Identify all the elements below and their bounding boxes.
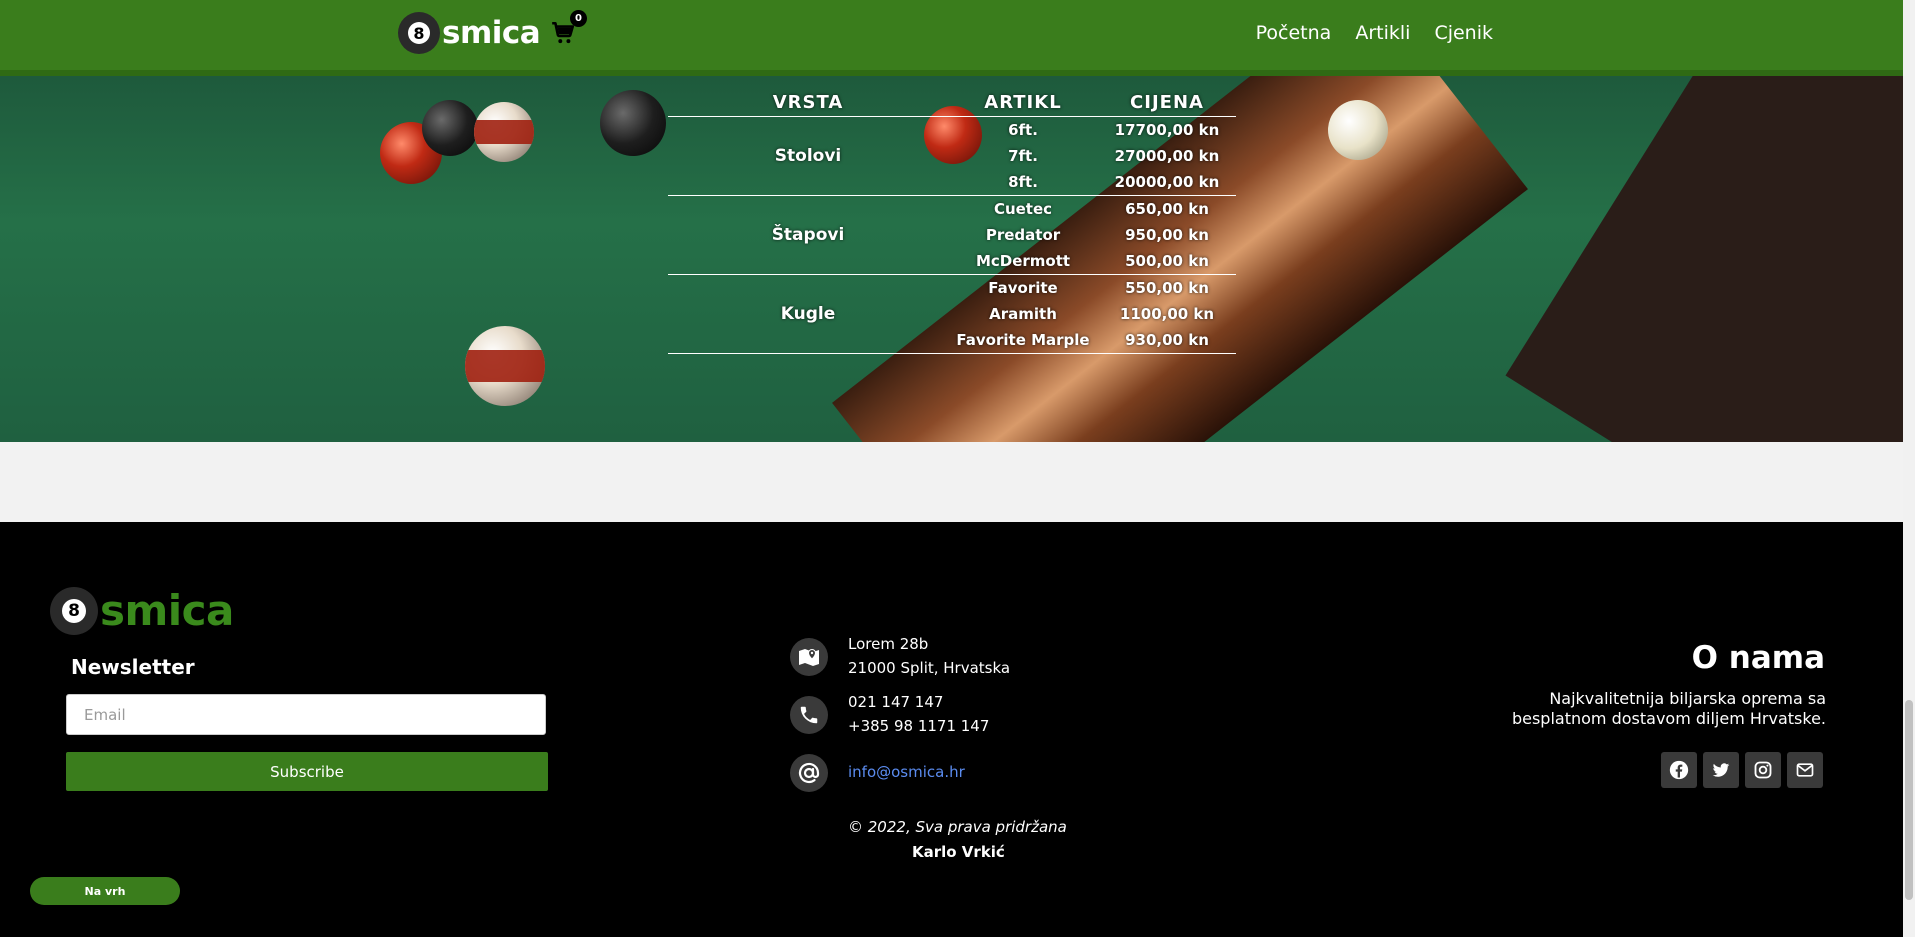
category-cell: Kugle xyxy=(668,274,948,354)
price-cell: 500,00 kn xyxy=(1098,248,1236,275)
table-row: Štapovi Cuetec 650,00 kn xyxy=(668,195,1236,275)
navbar: 8 smica 0 Početna Artikli Cjenik xyxy=(0,0,1903,76)
footer-brand-logo[interactable]: 8 smica xyxy=(50,586,234,635)
price-cell: 1100,00 kn xyxy=(1119,305,1215,323)
facebook-icon[interactable] xyxy=(1661,752,1697,788)
cue-ball xyxy=(1328,100,1388,160)
copyright: © 2022, Sva prava pridržana xyxy=(848,818,1067,836)
item-cell: Aramith xyxy=(989,305,1057,323)
nav-item-pocetna[interactable]: Početna xyxy=(1256,22,1332,44)
price-cell: 930,00 kn xyxy=(1098,327,1236,354)
nav-item-artikli[interactable]: Artikli xyxy=(1355,22,1410,44)
address: Lorem 28b 21000 Split, Hrvatska xyxy=(848,632,1010,680)
price-cell: 17700,00 kn xyxy=(1114,121,1220,139)
black-ball xyxy=(600,90,666,156)
item-cell: Favorite xyxy=(988,279,1058,297)
price-cell: 550,00 kn xyxy=(1125,279,1209,297)
main-nav: Početna Artikli Cjenik xyxy=(1256,22,1493,44)
price-cell: 27000,00 kn xyxy=(1114,147,1220,165)
social-links xyxy=(1661,752,1823,788)
price-cell: 20000,00 kn xyxy=(1098,169,1236,196)
header-cijena: CIJENA xyxy=(1098,88,1236,117)
item-cell: Cuetec xyxy=(993,200,1053,218)
brand-logo[interactable]: 8 smica xyxy=(398,12,541,54)
item-cell: 7ft. xyxy=(1008,147,1038,165)
striped-ball xyxy=(474,102,534,162)
phone-icon xyxy=(790,696,828,734)
footer-brand-name: smica xyxy=(100,586,234,635)
back-to-top-button[interactable]: Na vrh xyxy=(30,877,180,905)
table-row: Kugle Favorite 550,00 kn xyxy=(668,274,1236,354)
author: Karlo Vrkić xyxy=(912,843,1005,861)
at-sign-icon xyxy=(790,754,828,792)
cart-count-badge: 0 xyxy=(570,10,587,27)
category-cell: Stolovi xyxy=(668,116,948,196)
item-cell: McDermott xyxy=(948,248,1098,275)
table-row: Stolovi 6ft. 17700,00 kn xyxy=(668,116,1236,196)
brand-name: smica xyxy=(442,15,541,51)
eight-ball-icon: 8 xyxy=(398,12,440,54)
category-cell: Štapovi xyxy=(668,195,948,275)
hero-pool-table-background: VRSTA ARTIKL CIJENA Stolovi 6ft. 17700,0… xyxy=(0,76,1903,442)
price-cell: 650,00 kn xyxy=(1125,200,1209,218)
header-artikl: ARTIKL xyxy=(948,88,1098,117)
header-vrsta: VRSTA xyxy=(668,88,948,117)
newsletter-email-input[interactable] xyxy=(66,694,546,735)
scrollbar-thumb[interactable] xyxy=(1905,700,1913,900)
envelope-icon[interactable] xyxy=(1787,752,1823,788)
about-title: O nama xyxy=(1691,640,1825,676)
nav-item-cjenik[interactable]: Cjenik xyxy=(1434,22,1493,44)
address-line1: Lorem 28b xyxy=(848,635,929,653)
eight-ball-icon: 8 xyxy=(50,586,98,635)
price-table: VRSTA ARTIKL CIJENA Stolovi 6ft. 17700,0… xyxy=(668,88,1236,354)
phones: 021 147 147 +385 98 1171 147 xyxy=(848,690,989,738)
spacer-band xyxy=(0,442,1903,522)
subscribe-button[interactable]: Subscribe xyxy=(66,752,548,791)
address-line2: 21000 Split, Hrvatska xyxy=(848,659,1011,677)
twitter-icon[interactable] xyxy=(1703,752,1739,788)
email-link[interactable]: info@osmica.hr xyxy=(848,763,965,781)
item-cell: Favorite Marple xyxy=(948,327,1098,354)
phone-number-1[interactable]: 021 147 147 xyxy=(848,690,989,714)
item-cell: Predator xyxy=(985,226,1061,244)
price-cell: 950,00 kn xyxy=(1125,226,1209,244)
table-corner xyxy=(1505,76,1903,442)
instagram-icon[interactable] xyxy=(1745,752,1781,788)
striped-ball xyxy=(465,326,545,406)
phone-number-2[interactable]: +385 98 1171 147 xyxy=(848,714,989,738)
black-ball xyxy=(422,100,478,156)
email-row: info@osmica.hr xyxy=(848,760,965,784)
about-text: Najkvalitetnija biljarska oprema sa besp… xyxy=(1511,689,1826,728)
item-cell: 6ft. xyxy=(1008,121,1038,139)
map-icon xyxy=(790,638,828,676)
newsletter-title: Newsletter xyxy=(71,655,195,679)
item-cell: 8ft. xyxy=(948,169,1098,196)
